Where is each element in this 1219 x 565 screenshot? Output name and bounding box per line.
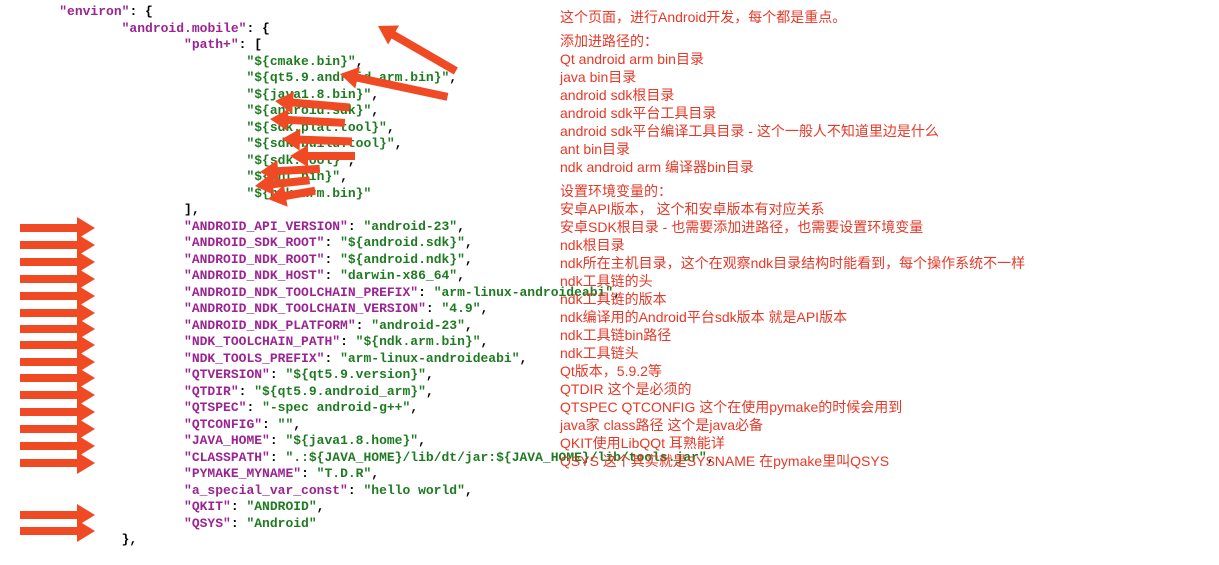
annotation-env-title: 设置环境变量的： bbox=[560, 182, 1210, 200]
code-line: "QKIT": "ANDROID", bbox=[28, 499, 608, 516]
code-line: "${ndk.arm.bin}" bbox=[28, 186, 608, 203]
code-line: "${java1.8.bin}", bbox=[28, 87, 608, 104]
code-line: "ANDROID_NDK_TOOLCHAIN_PREFIX": "arm-lin… bbox=[28, 285, 608, 302]
annotation-path-item: android sdk平台编译工具目录 - 这个一般人不知道里边是什么 bbox=[560, 122, 1210, 140]
code-line: "path+": [ bbox=[28, 37, 608, 54]
code-line: }, bbox=[28, 532, 608, 549]
code-line: "QSYS": "Android" bbox=[28, 516, 608, 533]
annotation-env-item: ndk工具链的版本 bbox=[560, 290, 1210, 308]
annotation-env-item: QTSPEC QTCONFIG 这个在使用pymake的时候会用到 bbox=[560, 398, 1210, 416]
annotation-path-item: android sdk根目录 bbox=[560, 86, 1210, 104]
code-line: "${android.sdk}", bbox=[28, 103, 608, 120]
code-line: "${cmake.bin}", bbox=[28, 54, 608, 71]
annotation-path-item: ant bin目录 bbox=[560, 140, 1210, 158]
code-line: "${sdk.plat.tool}", bbox=[28, 120, 608, 137]
code-line: "QTVERSION": "${qt5.9.version}", bbox=[28, 367, 608, 384]
code-line: "CLASSPATH": ".:${JAVA_HOME}/lib/dt/jar:… bbox=[28, 450, 608, 467]
annotation-env-item: QKIT使用LibQQt 耳熟能详 bbox=[560, 434, 1210, 452]
annotation-path-title: 添加进路径的： bbox=[560, 32, 1210, 50]
code-line: "${sdk.build.tool}", bbox=[28, 136, 608, 153]
annotation-env-item: ndk所在主机目录，这个在观察ndk目录结构时能看到，每个操作系统不一样 bbox=[560, 254, 1210, 272]
code-line: "NDK_TOOLS_PREFIX": "arm-linux-androidea… bbox=[28, 351, 608, 368]
annotation-env-item: ndk工具链的头 bbox=[560, 272, 1210, 290]
annotation-env-item: Qt版本，5.9.2等 bbox=[560, 362, 1210, 380]
annotation-env-item: ndk工具链头 bbox=[560, 344, 1210, 362]
annotation-path-item: java bin目录 bbox=[560, 68, 1210, 86]
annotation-env-item: ndk编译用的Android平台sdk版本 就是API版本 bbox=[560, 308, 1210, 326]
code-line: "${qt5.9.android_arm.bin}", bbox=[28, 70, 608, 87]
annotation-env-item: ndk工具链bin路径 bbox=[560, 326, 1210, 344]
code-line: "QTCONFIG": "", bbox=[28, 417, 608, 434]
code-line: "ANDROID_NDK_ROOT": "${android.ndk}", bbox=[28, 252, 608, 269]
code-line: "${sdk.tool}", bbox=[28, 153, 608, 170]
annotation-path-item: android sdk平台工具目录 bbox=[560, 104, 1210, 122]
code-line: "QTDIR": "${qt5.9.android_arm}", bbox=[28, 384, 608, 401]
annotation-pane: 这个页面，进行Android开发，每个都是重点。 添加进路径的： Qt andr… bbox=[560, 0, 1218, 476]
code-line: "android.mobile": { bbox=[28, 21, 608, 38]
code-line: "${ant.bin}", bbox=[28, 169, 608, 186]
code-line: "ANDROID_NDK_TOOLCHAIN_VERSION": "4.9", bbox=[28, 301, 608, 318]
annotation-env-item: QSYS 这个其实就是SYSNAME 在pymake里叫QSYS bbox=[560, 452, 1210, 470]
annotation-env-item: java家 class路径 这个是java必备 bbox=[560, 416, 1210, 434]
code-line: "ANDROID_NDK_HOST": "darwin-x86_64", bbox=[28, 268, 608, 285]
code-line: "NDK_TOOLCHAIN_PATH": "${ndk.arm.bin}", bbox=[28, 334, 608, 351]
annotation-intro: 这个页面，进行Android开发，每个都是重点。 bbox=[560, 8, 1210, 26]
annotation-path-item: Qt android arm bin目录 bbox=[560, 50, 1210, 68]
code-line: "ANDROID_API_VERSION": "android-23", bbox=[28, 219, 608, 236]
code-line: "a_special_var_const": "hello world", bbox=[28, 483, 608, 500]
code-line: "ANDROID_NDK_PLATFORM": "android-23", bbox=[28, 318, 608, 335]
code-line: "PYMAKE_MYNAME": "T.D.R", bbox=[28, 466, 608, 483]
code-line: "ANDROID_SDK_ROOT": "${android.sdk}", bbox=[28, 235, 608, 252]
code-line: "JAVA_HOME": "${java1.8.home}", bbox=[28, 433, 608, 450]
annotation-env-item: QTDIR 这个是必须的 bbox=[560, 380, 1210, 398]
code-block: "environ": { "android.mobile": { "path+"… bbox=[0, 0, 608, 549]
code-line: "environ": { bbox=[28, 4, 608, 21]
annotation-path-item: ndk android arm 编译器bin目录 bbox=[560, 158, 1210, 176]
annotation-env-item: 安卓API版本， 这个和安卓版本有对应关系 bbox=[560, 200, 1210, 218]
annotation-env-item: ndk根目录 bbox=[560, 236, 1210, 254]
annotation-env-item: 安卓SDK根目录 - 也需要添加进路径，也需要设置环境变量 bbox=[560, 218, 1210, 236]
code-line: ], bbox=[28, 202, 608, 219]
code-line: "QTSPEC": "-spec android-g++", bbox=[28, 400, 608, 417]
